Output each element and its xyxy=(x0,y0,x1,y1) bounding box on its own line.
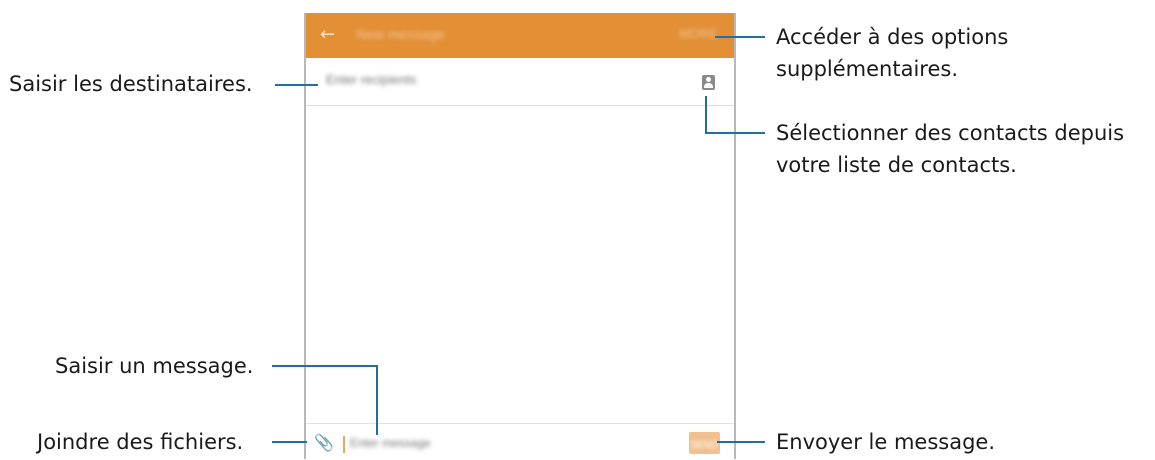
contact-card-icon[interactable] xyxy=(702,75,715,90)
text-cursor xyxy=(343,436,345,453)
back-arrow-icon[interactable]: ← xyxy=(320,23,335,47)
leader-line-options xyxy=(715,36,765,38)
annotation-options-line2: supplémentaires. xyxy=(776,57,958,81)
leader-line-message-horizontal xyxy=(272,365,378,367)
message-input[interactable] xyxy=(350,436,650,450)
more-options-button[interactable]: MORE xyxy=(679,26,718,41)
recipient-row xyxy=(306,58,734,106)
leader-line-contacts-horizontal xyxy=(705,132,765,134)
contact-body-shape xyxy=(704,83,713,88)
app-title: New message xyxy=(356,26,445,42)
annotation-attach: Joindre des fichiers. xyxy=(37,430,244,454)
send-button[interactable]: SEND xyxy=(689,432,720,454)
paperclip-icon[interactable]: 📎 xyxy=(314,434,334,452)
leader-line-recipients xyxy=(275,84,318,86)
leader-line-attach xyxy=(272,441,307,443)
phone-screen: ← New message MORE 📎 SEND xyxy=(304,13,736,459)
leader-line-message-vertical xyxy=(376,365,378,435)
send-button-label: SEND xyxy=(690,439,719,451)
leader-line-contacts-vertical xyxy=(705,96,707,134)
annotation-options-line1: Accéder à des options xyxy=(776,25,1009,49)
recipient-input[interactable] xyxy=(326,72,666,87)
contact-head-shape xyxy=(706,77,711,82)
annotation-message: Saisir un message. xyxy=(55,354,254,378)
annotation-recipients: Saisir les destinataires. xyxy=(9,72,253,96)
annotation-contacts-line2: votre liste de contacts. xyxy=(776,153,1017,177)
app-bar: ← New message MORE xyxy=(306,13,734,58)
annotation-send: Envoyer le message. xyxy=(776,430,995,454)
compose-bar: 📎 SEND xyxy=(306,423,734,460)
leader-line-send xyxy=(717,441,765,443)
annotation-contacts-line1: Sélectionner des contacts depuis xyxy=(776,121,1125,145)
